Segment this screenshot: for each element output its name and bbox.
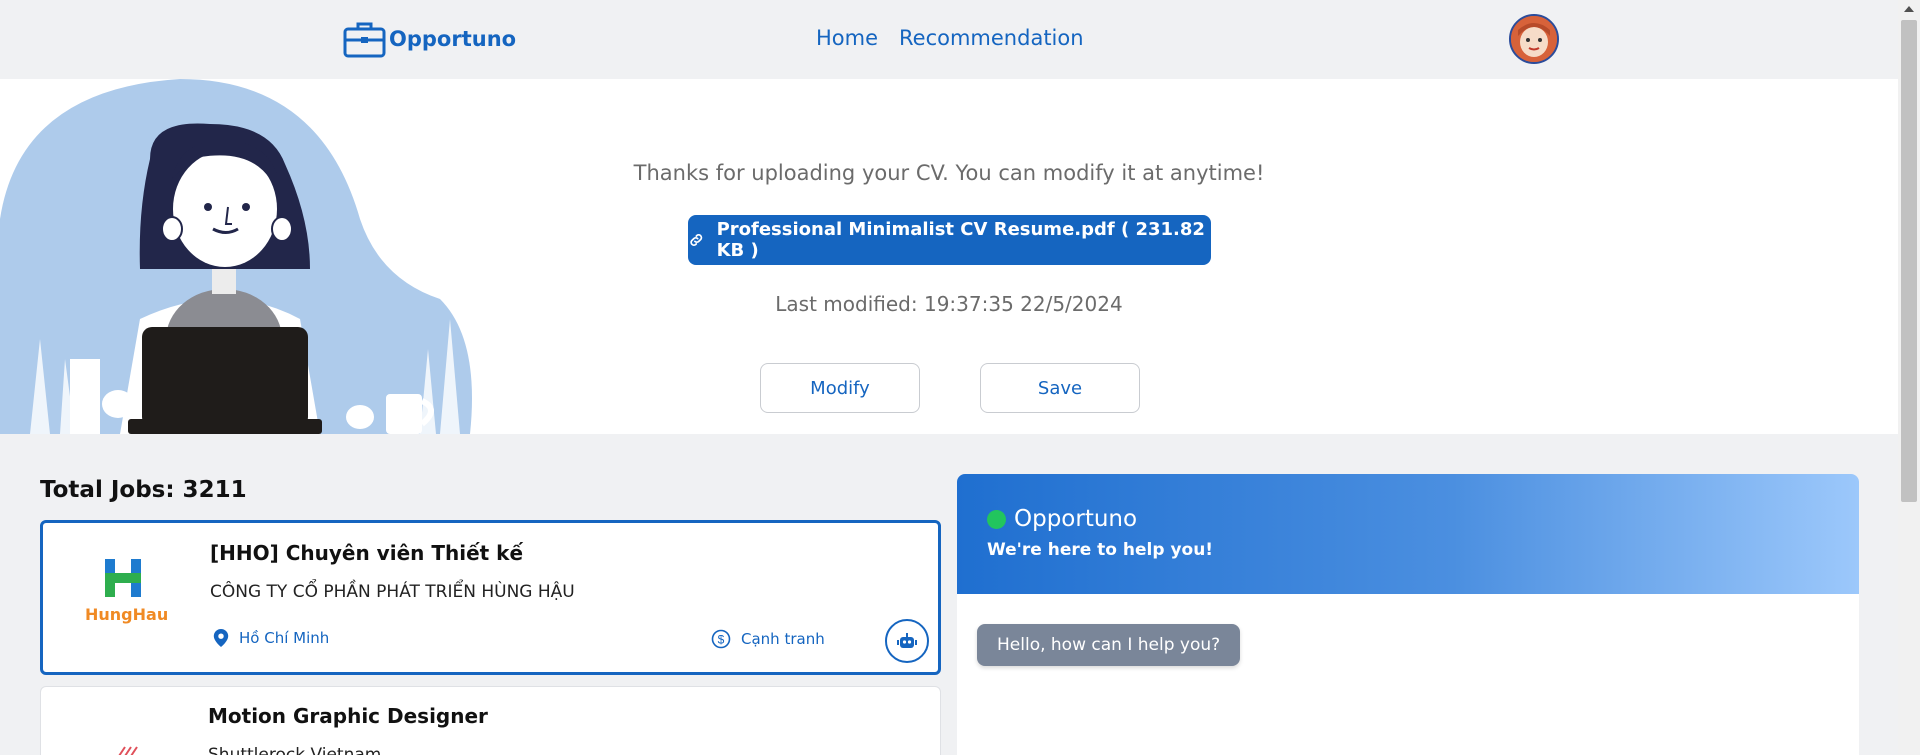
save-button[interactable]: Save [980, 363, 1140, 413]
modify-button[interactable]: Modify [760, 363, 920, 413]
job-title[interactable]: [HHO] Chuyên viên Thiết kế [210, 541, 523, 565]
chat-widget: Opportuno We're here to help you! Hello,… [957, 474, 1859, 755]
briefcase-icon [343, 22, 386, 58]
nav-link-recommendation[interactable]: Recommendation [899, 26, 1084, 50]
ai-assistant-button[interactable] [885, 619, 929, 663]
avatar-image [1511, 16, 1557, 62]
chat-bot-name: Opportuno [1014, 506, 1138, 532]
robot-icon [897, 633, 917, 648]
brand-logo[interactable]: Opportuno [343, 20, 516, 58]
cv-file-link-button[interactable]: Professional Minimalist CV Resume.pdf ( … [688, 215, 1211, 265]
scroll-up-arrow[interactable] [1904, 6, 1914, 12]
salary-text: Cạnh tranh [741, 630, 825, 648]
person-at-laptop-illustration [0, 79, 472, 434]
dollar-circle-icon: $ [711, 629, 731, 649]
job-card[interactable]: HungHau [HHO] Chuyên viên Thiết kế CÔNG … [40, 520, 941, 675]
company-logo: HungHau [71, 555, 181, 635]
user-avatar[interactable] [1509, 14, 1559, 64]
last-modified-text: Last modified: 19:37:35 22/5/2024 [775, 292, 1123, 316]
main-nav: Home Recommendation [816, 26, 1084, 50]
job-title[interactable]: Motion Graphic Designer [208, 704, 488, 728]
cv-upload-section: Thanks for uploading your CV. You can mo… [0, 79, 1898, 434]
upload-success-message: Thanks for uploading your CV. You can mo… [633, 161, 1265, 185]
bot-message-bubble: Hello, how can I help you? [977, 624, 1241, 666]
location-pin-icon [213, 629, 229, 647]
nav-link-home[interactable]: Home [816, 26, 878, 50]
brand-name: Opportuno [389, 27, 517, 51]
company-name: CÔNG TY CỔ PHẦN PHÁT TRIỂN HÙNG HẬU [210, 582, 575, 602]
company-logo-text: HungHau [85, 605, 169, 624]
online-status-dot [987, 509, 1006, 529]
chat-header: Opportuno We're here to help you! [957, 474, 1859, 594]
link-icon [690, 234, 703, 246]
page-scrollbar[interactable] [1898, 0, 1920, 755]
job-salary: $ Cạnh tranh [711, 629, 825, 649]
location-text: Hồ Chí Minh [239, 629, 330, 647]
total-jobs-heading: Total Jobs: 3211 [40, 477, 247, 503]
svg-text:$: $ [718, 633, 725, 647]
scrollbar-thumb[interactable] [1901, 20, 1917, 502]
cv-file-name: Professional Minimalist CV Resume.pdf ( … [716, 219, 1205, 261]
company-logo [113, 741, 153, 755]
company-name: Shuttlerock Vietnam [208, 745, 382, 755]
top-navbar: Opportuno Home Recommendation [0, 0, 1898, 79]
job-location: Hồ Chí Minh [213, 629, 329, 647]
job-card[interactable]: Motion Graphic Designer Shuttlerock Viet… [40, 686, 941, 755]
chat-subtitle: We're here to help you! [987, 540, 1214, 560]
